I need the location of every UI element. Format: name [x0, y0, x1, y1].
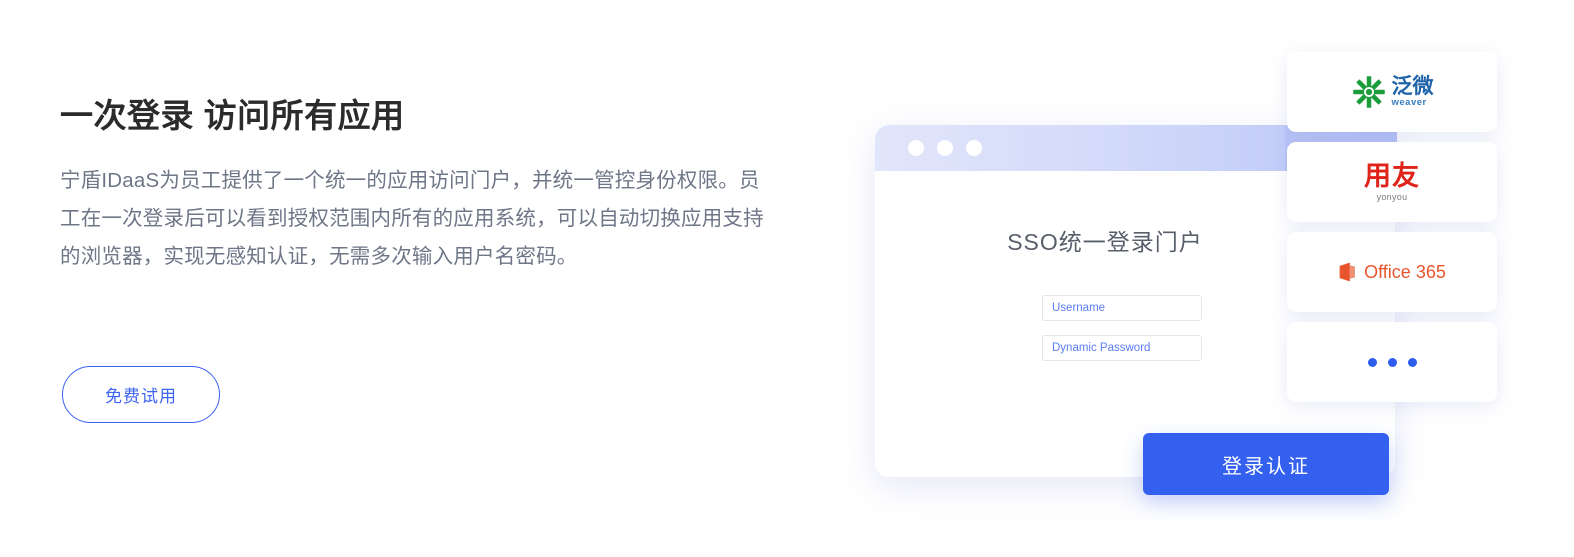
- app-card-office365[interactable]: Office 365: [1287, 232, 1497, 312]
- app-card-yonyou[interactable]: 用友 yonyou: [1287, 142, 1497, 222]
- sso-illustration: SSO统一登录门户 Username Dynamic Password 泛微 w…: [850, 30, 1550, 550]
- window-control-dots: [908, 140, 982, 156]
- weaver-starburst-icon: [1352, 76, 1385, 108]
- username-input[interactable]: Username: [1042, 295, 1202, 321]
- office-window-icon: [1339, 262, 1356, 282]
- yonyou-en-text: yonyou: [1376, 191, 1408, 202]
- dynamic-password-input[interactable]: Dynamic Password: [1042, 335, 1202, 361]
- more-apps-ellipsis-icon: [1367, 357, 1417, 367]
- free-trial-button[interactable]: 免费试用: [62, 366, 220, 423]
- ellipsis-dot-icon: [1387, 357, 1397, 367]
- window-dot-icon: [908, 140, 924, 156]
- window-dot-icon: [966, 140, 982, 156]
- office365-wordmark: Office 365: [1364, 261, 1446, 282]
- window-dot-icon: [937, 140, 953, 156]
- yonyou-cn-text: 用友: [1364, 160, 1420, 191]
- office365-logo: Office 365: [1338, 261, 1446, 283]
- app-cards-column: 泛微 weaver 用友 yonyou Office 365: [1287, 52, 1497, 412]
- login-authenticate-button[interactable]: 登录认证: [1143, 433, 1389, 495]
- description-paragraph: 宁盾IDaaS为员工提供了一个统一的应用访问门户，并统一管控身份权限。员工在一次…: [60, 168, 764, 268]
- left-copy-block: 一次登录 访问所有应用 宁盾IDaaS为员工提供了一个统一的应用访问门户，并统一…: [60, 95, 780, 276]
- app-card-weaver[interactable]: 泛微 weaver: [1287, 52, 1497, 132]
- sso-portal-title: SSO统一登录门户: [1007, 229, 1203, 255]
- ellipsis-dot-icon: [1407, 357, 1417, 367]
- page-title: 一次登录 访问所有应用: [60, 97, 405, 134]
- yonyou-logo: 用友 yonyou: [1364, 160, 1420, 202]
- weaver-wordmark: 泛微 weaver: [1392, 76, 1434, 108]
- weaver-logo: 泛微 weaver: [1351, 74, 1434, 110]
- app-card-more[interactable]: [1287, 322, 1497, 402]
- weaver-cn-text: 泛微: [1391, 75, 1434, 99]
- weaver-en-text: weaver: [1391, 97, 1427, 109]
- ellipsis-dot-icon: [1367, 357, 1377, 367]
